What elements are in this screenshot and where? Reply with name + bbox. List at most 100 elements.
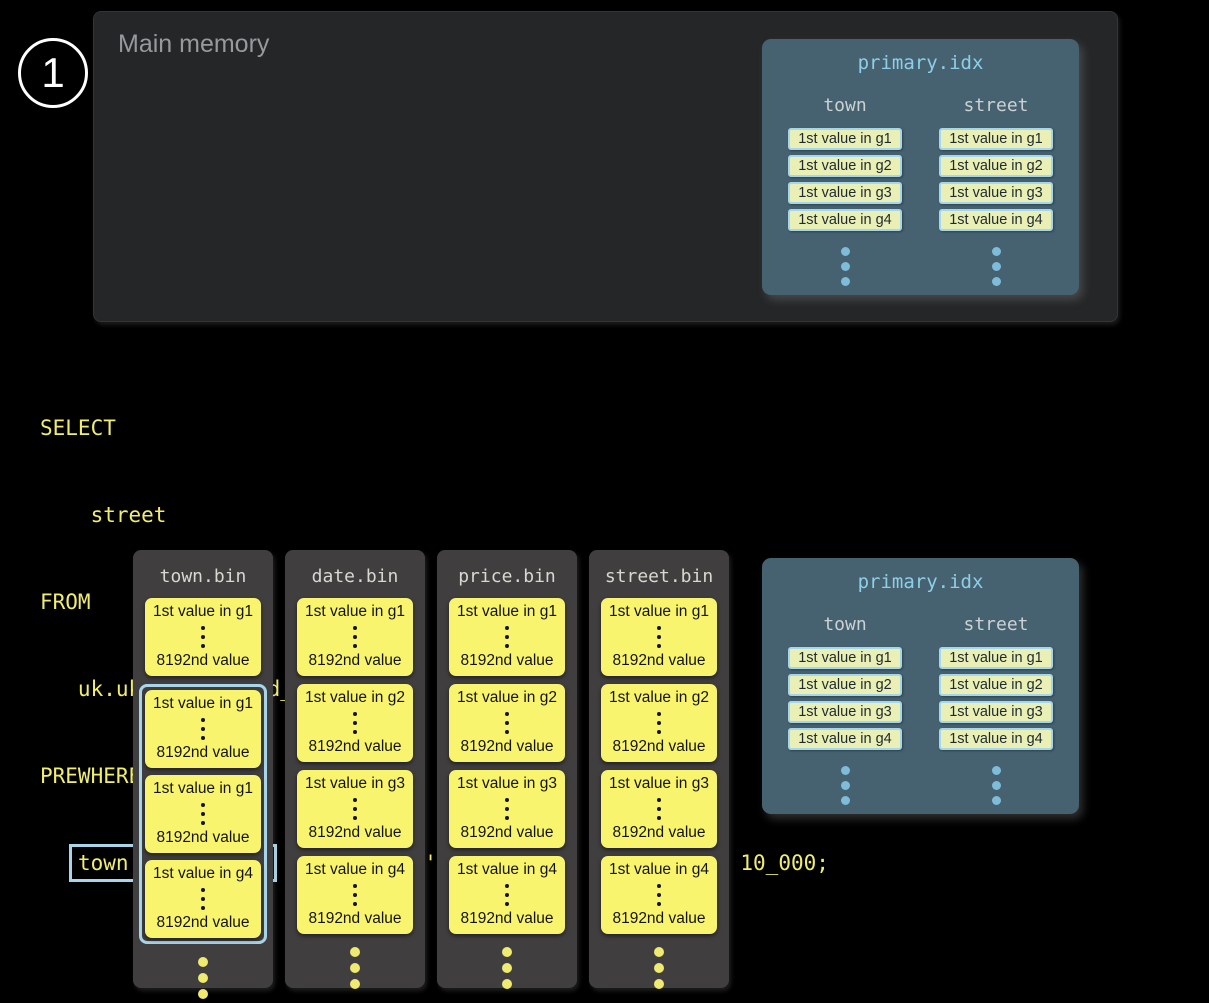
bin-title: town.bin xyxy=(160,566,247,587)
ellipsis-dots xyxy=(201,798,205,829)
index-entry-chip: 1st value in g1 xyxy=(788,128,902,150)
ellipsis-dots xyxy=(657,707,661,738)
granule-first-value: 1st value in g2 xyxy=(305,689,405,707)
granule-first-value: 1st value in g1 xyxy=(153,695,253,713)
index-column-town: 1st value in g1 1st value in g2 1st valu… xyxy=(788,647,902,805)
granule-block: 1st value in g4 8192nd value xyxy=(297,856,413,934)
granule-last-value: 8192nd value xyxy=(612,824,705,842)
sql-line: SELECT xyxy=(40,414,829,443)
sql-line: street xyxy=(40,501,829,530)
column-header-street: street xyxy=(939,95,1053,116)
index-column-street: 1st value in g1 1st value in g2 1st valu… xyxy=(939,647,1053,805)
index-column-town: 1st value in g1 1st value in g2 1st valu… xyxy=(788,128,902,286)
ellipsis-dots xyxy=(353,621,357,652)
bin-column-street: street.bin 1st value in g1 8192nd value … xyxy=(589,550,729,988)
granule-last-value: 8192nd value xyxy=(460,652,553,670)
granule-last-value: 8192nd value xyxy=(308,910,401,928)
ellipsis-dots xyxy=(505,707,509,738)
granule-last-value: 8192nd value xyxy=(460,910,553,928)
granule-first-value: 1st value in g1 xyxy=(609,603,709,621)
index-entry-chip: 1st value in g2 xyxy=(788,155,902,177)
granule-first-value: 1st value in g1 xyxy=(153,780,253,798)
ellipsis-dots xyxy=(502,947,512,989)
index-entry-chip: 1st value in g4 xyxy=(939,728,1053,750)
ellipsis-dots xyxy=(657,793,661,824)
bin-column-price: price.bin 1st value in g1 8192nd value 1… xyxy=(437,550,577,988)
ellipsis-dots xyxy=(353,793,357,824)
granule-last-value: 8192nd value xyxy=(308,738,401,756)
granule-first-value: 1st value in g1 xyxy=(153,603,253,621)
granule-block: 1st value in g1 8192nd value xyxy=(449,598,565,676)
ellipsis-dots xyxy=(505,621,509,652)
ellipsis-dots xyxy=(505,793,509,824)
column-header-town: town xyxy=(788,614,902,635)
bin-column-town: town.bin 1st value in g1 8192nd value 1s… xyxy=(133,550,273,988)
granule-last-value: 8192nd value xyxy=(156,914,249,932)
index-entry-chip: 1st value in g3 xyxy=(788,182,902,204)
granule-block: 1st value in g2 8192nd value xyxy=(449,684,565,762)
granule-block: 1st value in g4 8192nd value xyxy=(449,856,565,934)
ellipsis-dots xyxy=(654,947,664,989)
primary-idx-columns: 1st value in g1 1st value in g2 1st valu… xyxy=(762,647,1079,805)
granule-last-value: 8192nd value xyxy=(460,824,553,842)
granule-first-value: 1st value in g3 xyxy=(457,775,557,793)
granule-block: 1st value in g3 8192nd value xyxy=(449,770,565,848)
granule-first-value: 1st value in g4 xyxy=(609,861,709,879)
primary-idx-title: primary.idx xyxy=(762,52,1079,74)
granule-last-value: 8192nd value xyxy=(612,738,705,756)
ellipsis-dots xyxy=(841,247,850,286)
primary-idx-panel-bottom: primary.idx town street 1st value in g1 … xyxy=(762,558,1079,814)
column-header-town: town xyxy=(788,95,902,116)
granule-last-value: 8192nd value xyxy=(156,829,249,847)
index-entry-chip: 1st value in g4 xyxy=(788,728,902,750)
ellipsis-dots xyxy=(657,879,661,910)
granule-block: 1st value in g1 8192nd value xyxy=(601,598,717,676)
ellipsis-dots xyxy=(841,766,850,805)
bin-title: price.bin xyxy=(458,566,556,587)
granule-block: 1st value in g3 8192nd value xyxy=(297,770,413,848)
granule-last-value: 8192nd value xyxy=(460,738,553,756)
primary-idx-column-headers: town street xyxy=(762,95,1079,116)
granule-first-value: 1st value in g3 xyxy=(609,775,709,793)
granule-first-value: 1st value in g4 xyxy=(457,861,557,879)
index-entry-chip: 1st value in g1 xyxy=(788,647,902,669)
index-entry-chip: 1st value in g2 xyxy=(788,674,902,696)
ellipsis-dots xyxy=(198,957,208,999)
granule-block: 1st value in g2 8192nd value xyxy=(297,684,413,762)
primary-idx-panel-top: primary.idx town street 1st value in g1 … xyxy=(762,39,1079,295)
index-entry-chip: 1st value in g4 xyxy=(939,209,1053,231)
granule-last-value: 8192nd value xyxy=(156,744,249,762)
ellipsis-dots xyxy=(992,247,1001,286)
ellipsis-dots xyxy=(201,883,205,914)
granule-last-value: 8192nd value xyxy=(156,652,249,670)
granule-last-value: 8192nd value xyxy=(308,824,401,842)
granule-last-value: 8192nd value xyxy=(308,652,401,670)
bin-title: date.bin xyxy=(312,566,399,587)
granule-first-value: 1st value in g4 xyxy=(153,865,253,883)
index-entry-chip: 1st value in g1 xyxy=(939,128,1053,150)
granule-first-value: 1st value in g2 xyxy=(609,689,709,707)
granule-block: 1st value in g4 8192nd value xyxy=(145,860,261,938)
ellipsis-dots xyxy=(201,713,205,744)
index-entry-chip: 1st value in g3 xyxy=(939,701,1053,723)
primary-idx-title: primary.idx xyxy=(762,571,1079,593)
ellipsis-dots xyxy=(353,707,357,738)
granule-block: 1st value in g3 8192nd value xyxy=(601,770,717,848)
granule-block: 1st value in g1 8192nd value xyxy=(297,598,413,676)
granule-block: 1st value in g1 8192nd value xyxy=(145,775,261,853)
main-memory-title: Main memory xyxy=(118,30,269,59)
step-1-badge: 1 xyxy=(18,38,88,108)
bin-title: street.bin xyxy=(605,566,713,587)
index-entry-chip: 1st value in g2 xyxy=(939,155,1053,177)
ellipsis-dots xyxy=(350,947,360,989)
index-entry-chip: 1st value in g2 xyxy=(939,674,1053,696)
granule-first-value: 1st value in g2 xyxy=(457,689,557,707)
primary-idx-column-headers: town street xyxy=(762,614,1079,635)
granule-last-value: 8192nd value xyxy=(612,910,705,928)
index-column-street: 1st value in g1 1st value in g2 1st valu… xyxy=(939,128,1053,286)
bin-column-date: date.bin 1st value in g1 8192nd value 1s… xyxy=(285,550,425,988)
index-entry-chip: 1st value in g4 xyxy=(788,209,902,231)
index-entry-chip: 1st value in g1 xyxy=(939,647,1053,669)
granule-last-value: 8192nd value xyxy=(612,652,705,670)
granule-first-value: 1st value in g3 xyxy=(305,775,405,793)
